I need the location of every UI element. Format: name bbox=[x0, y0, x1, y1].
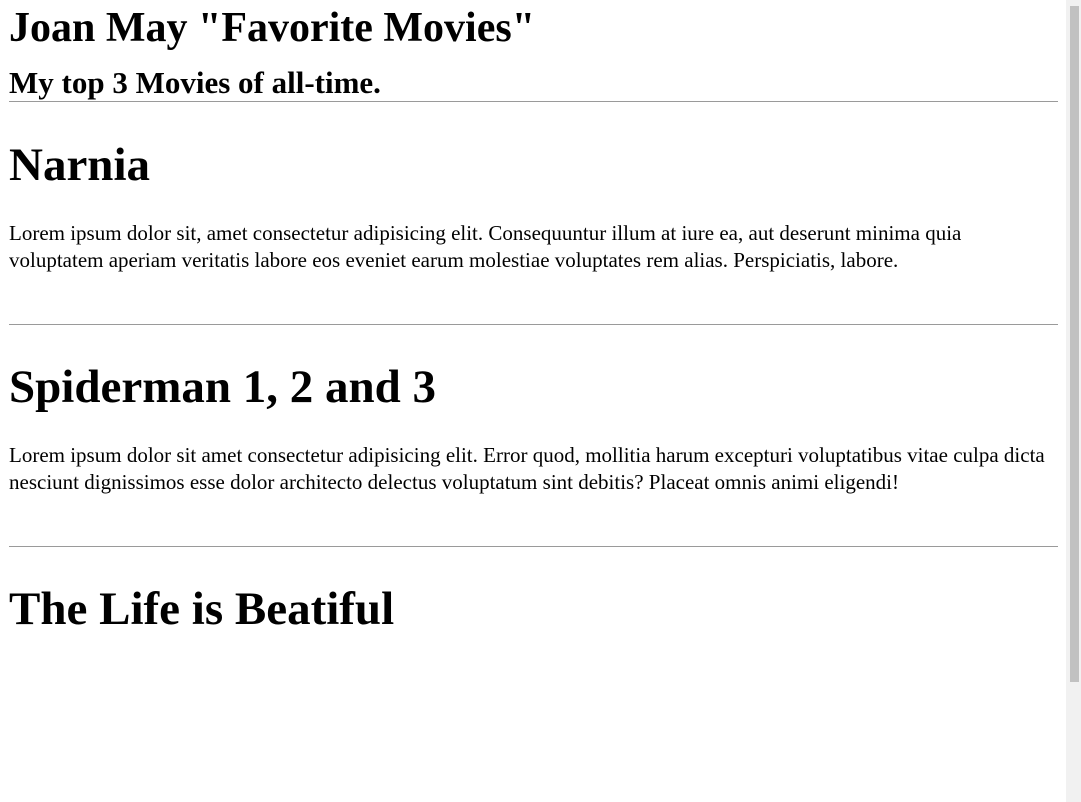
movie-section-narnia: Narnia Lorem ipsum dolor sit, amet conse… bbox=[9, 138, 1058, 324]
movie-description: Lorem ipsum dolor sit, amet consectetur … bbox=[9, 221, 962, 272]
vertical-scrollbar[interactable] bbox=[1066, 0, 1081, 802]
page-title: Joan May "Favorite Movies" bbox=[9, 5, 536, 51]
page-content: Joan May "Favorite Movies" My top 3 Movi… bbox=[0, 0, 1066, 636]
divider bbox=[9, 546, 1058, 547]
movie-section-spiderman: Spiderman 1, 2 and 3 Lorem ipsum dolor s… bbox=[9, 360, 1058, 546]
movie-title: Spiderman 1, 2 and 3 bbox=[9, 361, 437, 413]
movie-section-life-is-beautiful: The Life is Beatiful bbox=[9, 582, 1058, 636]
divider bbox=[9, 101, 1058, 102]
movie-description: Lorem ipsum dolor sit amet consectetur a… bbox=[9, 443, 1045, 494]
movie-title: Narnia bbox=[9, 139, 150, 191]
page: Joan May "Favorite Movies" My top 3 Movi… bbox=[0, 0, 1066, 802]
movie-title: The Life is Beatiful bbox=[9, 583, 395, 635]
page-subtitle: My top 3 Movies of all-time. bbox=[9, 65, 381, 100]
divider bbox=[9, 324, 1058, 325]
scrollbar-thumb[interactable] bbox=[1070, 6, 1079, 682]
